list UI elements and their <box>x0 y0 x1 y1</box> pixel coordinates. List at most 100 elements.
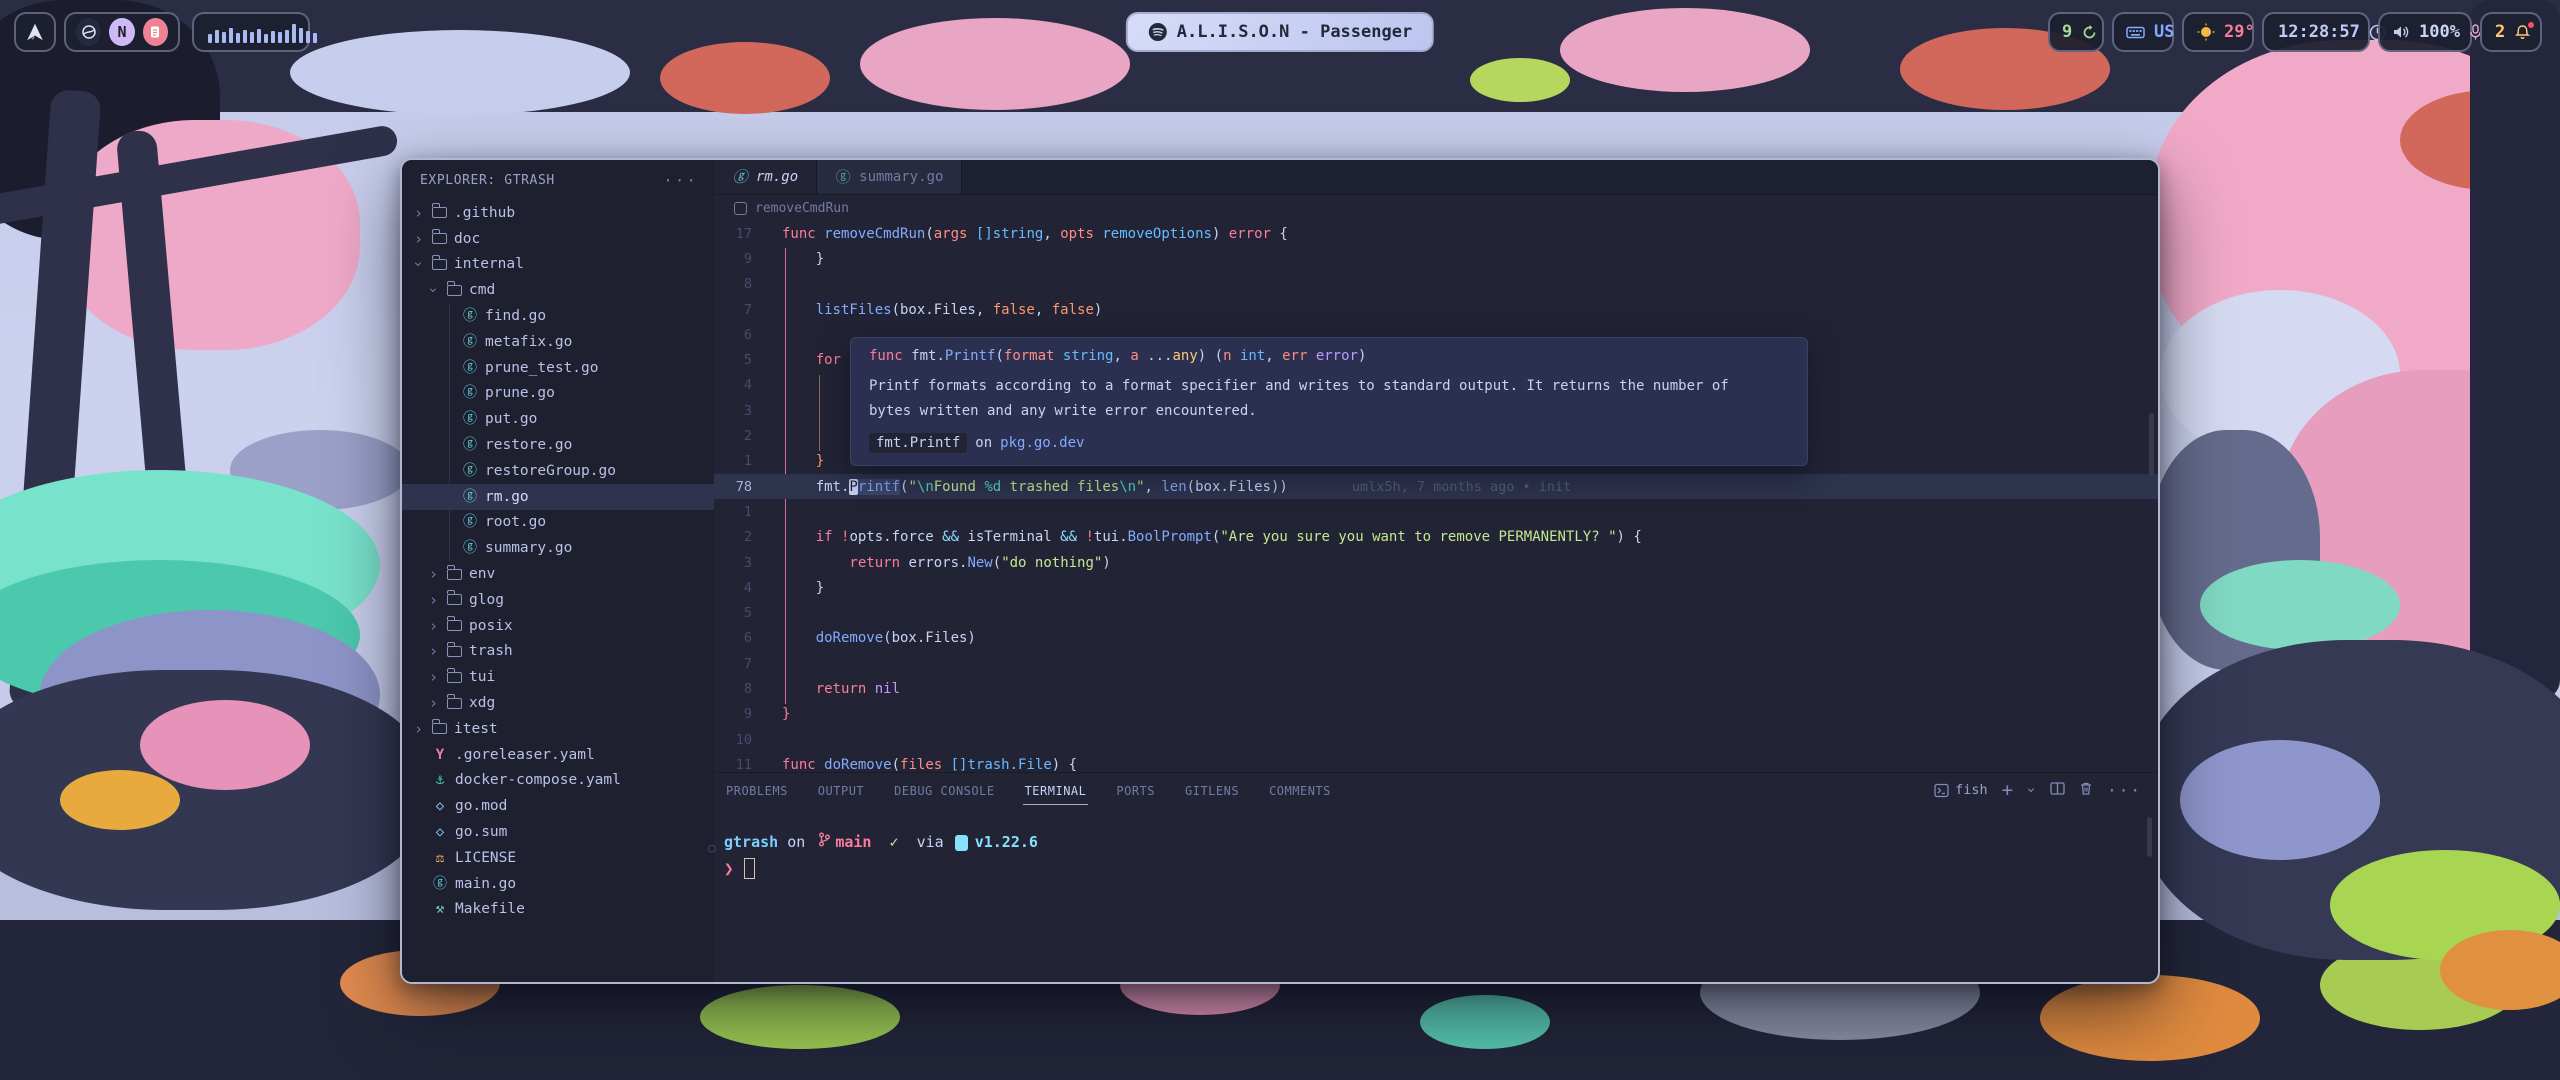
line-number: 11 <box>714 757 764 772</box>
goreleaser-icon: Y <box>432 748 448 762</box>
editor-scrollbar[interactable] <box>2149 413 2154 475</box>
tree-item-xdg[interactable]: ›xdg <box>402 690 714 716</box>
tree-item-env[interactable]: ›env <box>402 561 714 587</box>
go-icon: ⓖ <box>462 490 478 504</box>
tree-item-tui[interactable]: ›tui <box>402 664 714 690</box>
code-line[interactable]: 11func doRemove(files []trash.File) { <box>714 752 2158 772</box>
code-line[interactable]: 4} <box>714 575 2158 600</box>
chevron-icon: › <box>412 204 425 222</box>
license-icon: ⚖ <box>432 851 448 865</box>
folder-icon <box>447 285 462 296</box>
tree-item-license[interactable]: ›⚖LICENSE <box>402 845 714 871</box>
tree-item--github[interactable]: ›.github <box>402 200 714 226</box>
terminal-segment: v1.22.6 <box>975 829 1038 856</box>
terminal-icon <box>1934 783 1949 798</box>
gomod-icon: ◇ <box>432 799 448 813</box>
code-line[interactable]: 7 <box>714 651 2158 676</box>
breadcrumb[interactable]: removeCmdRun <box>714 195 2158 221</box>
tree-item-label: rm.go <box>485 489 529 505</box>
trash-icon[interactable] <box>2079 781 2093 800</box>
docker-icon: ⚓ <box>432 773 448 787</box>
panel-tab-terminal[interactable]: TERMINAL <box>1023 776 1089 805</box>
panel-tab-comments[interactable]: COMMENTS <box>1267 776 1333 805</box>
launcher-button[interactable] <box>14 12 56 52</box>
code-line[interactable]: 9} <box>714 246 2158 271</box>
tree-item-docker-compose-yaml[interactable]: ›⚓docker-compose.yaml <box>402 768 714 794</box>
panel-tab-ports[interactable]: PORTS <box>1114 776 1157 805</box>
go-icon: ⓖ <box>462 464 478 478</box>
code-line[interactable]: 1 <box>714 499 2158 524</box>
code-line[interactable]: 2if !opts.force && isTerminal && !tui.Bo… <box>714 525 2158 550</box>
shell-selector[interactable]: fish <box>1934 782 1988 798</box>
document-app-icon[interactable] <box>143 18 168 46</box>
tree-item-trash[interactable]: ›trash <box>402 639 714 665</box>
code-line[interactable]: 10 <box>714 727 2158 752</box>
panel-tab-output[interactable]: OUTPUT <box>816 776 866 805</box>
go-icon: ⓖ <box>462 541 478 555</box>
audio-pill[interactable]: 100% <box>2378 12 2472 52</box>
chevron-down-icon[interactable]: › <box>2023 785 2041 794</box>
sun-icon <box>2197 23 2215 41</box>
panel-tab-problems[interactable]: PROBLEMS <box>724 776 790 805</box>
code-line[interactable]: 78fmt.Printf("\nFound %d trashed files\n… <box>714 474 2158 499</box>
split-icon[interactable] <box>2050 781 2065 800</box>
terminal-scrollbar[interactable] <box>2147 817 2152 857</box>
line-number: 8 <box>714 276 764 292</box>
tree-item-label: prune_test.go <box>485 360 599 376</box>
line-number: 4 <box>714 580 764 596</box>
tree-item-main-go[interactable]: ›ⓖmain.go <box>402 871 714 897</box>
code-line[interactable]: 6doRemove(box.Files) <box>714 626 2158 651</box>
tree-item-go-sum[interactable]: ›◇go.sum <box>402 819 714 845</box>
code-line[interactable]: 3return errors.New("do nothing") <box>714 550 2158 575</box>
code-line[interactable]: 5 <box>714 600 2158 625</box>
updates-count: 9 <box>2062 22 2072 42</box>
tree-item-makefile[interactable]: ›⚒Makefile <box>402 897 714 923</box>
tab-rm-go[interactable]: ⓖ rm.go <box>714 160 817 194</box>
line-number: 10 <box>714 732 764 748</box>
go-icon: ⓖ <box>462 438 478 452</box>
notion-app-icon[interactable]: N <box>109 18 134 46</box>
notifications-pill[interactable]: 2 <box>2480 12 2542 52</box>
code-line[interactable]: 17 func removeCmdRun(args []string, opts … <box>714 221 2158 246</box>
ellipsis-icon[interactable]: ··· <box>663 171 698 190</box>
folder-icon <box>447 698 462 709</box>
terminal[interactable]: ○ gtrash on main ✓ via v1.22.6 ❯ <box>714 807 2158 879</box>
keyboard-layout: US <box>2154 22 2174 42</box>
tree-item-glog[interactable]: ›glog <box>402 587 714 613</box>
panel-tab-debug-console[interactable]: DEBUG CONSOLE <box>892 776 996 805</box>
breadcrumb-symbol: removeCmdRun <box>755 201 849 216</box>
line-text: func removeCmdRun(args []string, opts re… <box>782 226 1288 242</box>
plus-icon[interactable]: + <box>2002 779 2013 801</box>
bottom-panel: PROBLEMS OUTPUT DEBUG CONSOLE TERMINAL PORTS… <box>714 772 2158 982</box>
line-text: } <box>782 706 790 722</box>
hover-link[interactable]: pkg.go.dev <box>1000 435 1084 451</box>
explorer-sidebar: EXPLORER: GTRASH ··· ›.github›doc›intern… <box>402 160 714 982</box>
updates-pill[interactable]: 9 <box>2048 12 2104 52</box>
code-line[interactable]: 7listFiles(box.Files, false, false) <box>714 297 2158 322</box>
more-actions-icon[interactable]: ··· <box>2107 781 2142 800</box>
tree-item-cmd[interactable]: ›cmd <box>402 277 714 303</box>
media-pill[interactable]: A.L.I.S.O.N - Passenger <box>1126 12 1434 52</box>
code-line[interactable]: 9} <box>714 702 2158 727</box>
weather-pill[interactable]: 29° <box>2182 12 2254 52</box>
code-line[interactable]: 8 <box>714 272 2158 297</box>
keyboard-layout-pill[interactable]: US <box>2112 12 2174 52</box>
folder-icon <box>447 620 462 631</box>
tree-item-internal[interactable]: ›internal <box>402 252 714 278</box>
tree-item-label: go.mod <box>455 798 507 814</box>
line-number: 17 <box>714 226 764 242</box>
tree-item-itest[interactable]: ›itest <box>402 716 714 742</box>
tree-item-go-mod[interactable]: ›◇go.mod <box>402 793 714 819</box>
tree-item--goreleaser-yaml[interactable]: ›Y.goreleaser.yaml <box>402 742 714 768</box>
tab-summary-go[interactable]: ⓖ summary.go <box>817 160 962 194</box>
line-number: 4 <box>714 377 764 393</box>
tree-item-doc[interactable]: ›doc <box>402 226 714 252</box>
chevron-icon: › <box>412 230 425 248</box>
panel-tab-gitlens[interactable]: GITLENS <box>1183 776 1241 805</box>
globe-app-icon[interactable] <box>76 18 101 46</box>
code-editor[interactable]: 17func removeCmdRun(args []string, opts … <box>714 221 2158 772</box>
tree-item-posix[interactable]: ›posix <box>402 613 714 639</box>
terminal-prompt-line: gtrash on main ✓ via v1.22.6 <box>724 829 2158 856</box>
tree-item-label: metafix.go <box>485 334 572 350</box>
code-line[interactable]: 8return nil <box>714 676 2158 701</box>
